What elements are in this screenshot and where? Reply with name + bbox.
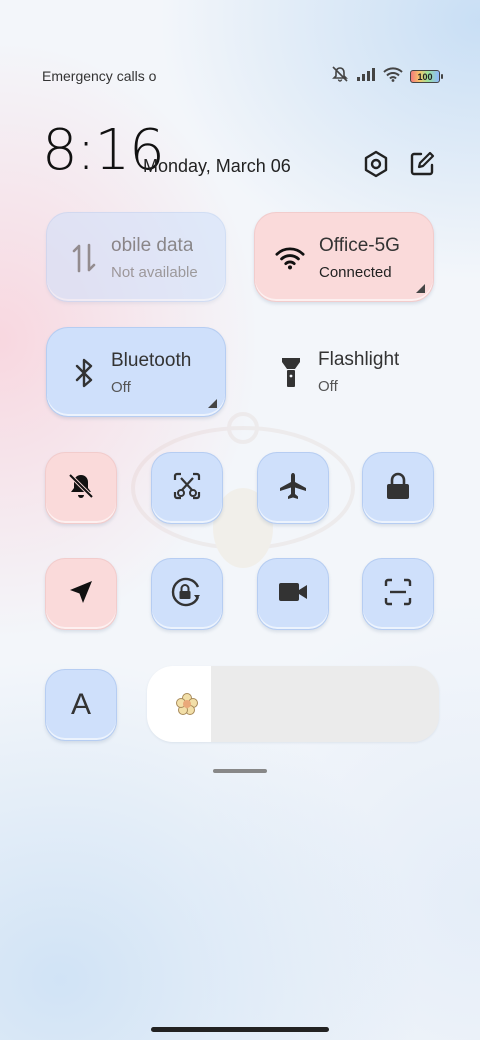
mobile-data-icon xyxy=(69,243,99,273)
airplane-toggle[interactable] xyxy=(257,452,329,524)
settings-icon[interactable] xyxy=(360,148,392,180)
gesture-navigation-bar[interactable] xyxy=(151,1027,329,1032)
carrier-status-text: Emergency calls o xyxy=(42,68,157,84)
bluetooth-tile[interactable]: Bluetooth Off xyxy=(46,327,226,417)
edit-icon[interactable] xyxy=(406,148,438,180)
scissors-screenshot-icon xyxy=(172,471,202,506)
scan-toggle[interactable] xyxy=(362,558,434,630)
screenshot-toggle[interactable] xyxy=(151,452,223,524)
rotation-lock-toggle[interactable] xyxy=(151,558,223,630)
wifi-tile[interactable]: Office-5G Connected xyxy=(254,212,434,302)
location-toggle[interactable] xyxy=(45,558,117,630)
battery-icon: 100 xyxy=(410,70,443,83)
location-arrow-icon xyxy=(68,579,94,610)
airplane-icon xyxy=(278,471,308,506)
lock-icon xyxy=(385,471,411,506)
mute-toggle[interactable] xyxy=(45,452,117,524)
bluetooth-subtitle: Off xyxy=(111,379,131,396)
signal-icon xyxy=(356,67,376,86)
scan-icon xyxy=(383,577,413,612)
brightness-slider[interactable] xyxy=(147,666,439,742)
mobile-data-title: obile data xyxy=(111,235,194,256)
expand-corner-icon xyxy=(416,284,425,293)
video-toggle[interactable] xyxy=(257,558,329,630)
date: Monday, March 06 xyxy=(143,156,291,176)
rotation-lock-icon xyxy=(169,575,205,614)
flashlight-tile[interactable]: Flashlight Off xyxy=(254,327,434,417)
bluetooth-icon xyxy=(69,358,99,388)
wifi-icon xyxy=(275,243,305,273)
bell-off-icon xyxy=(66,471,96,506)
wifi-title: Office-5G xyxy=(319,235,400,256)
wifi-icon xyxy=(383,66,403,87)
status-icons: 100 xyxy=(331,66,443,87)
lock-toggle[interactable] xyxy=(362,452,434,524)
mute-icon xyxy=(331,66,349,87)
brightness-sun-icon xyxy=(175,692,199,716)
flashlight-subtitle: Off xyxy=(318,378,338,395)
mobile-data-tile[interactable]: obile data Not available xyxy=(46,212,226,302)
font-letter-label: A xyxy=(70,688,91,721)
video-camera-icon xyxy=(277,581,309,608)
expand-corner-icon xyxy=(208,399,217,408)
mobile-data-subtitle: Not available xyxy=(111,264,198,281)
panel-drag-handle[interactable] xyxy=(213,769,267,773)
font-size-button[interactable]: A xyxy=(45,669,117,741)
wifi-subtitle: Connected xyxy=(319,264,392,281)
flashlight-icon xyxy=(276,357,306,387)
flashlight-title: Flashlight xyxy=(318,349,400,370)
bluetooth-title: Bluetooth xyxy=(111,350,192,371)
